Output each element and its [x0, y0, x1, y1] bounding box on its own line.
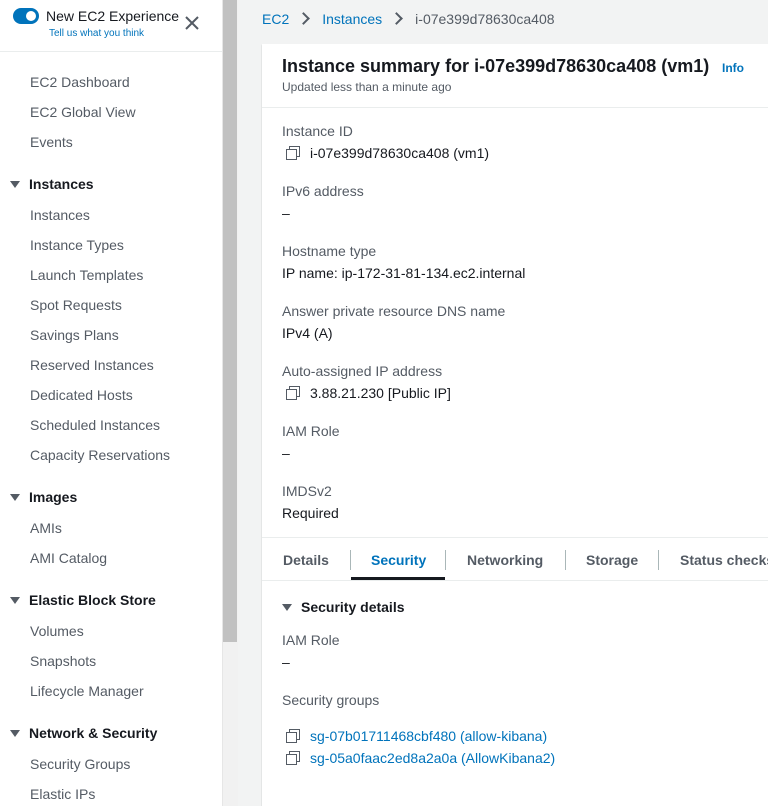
- tab-divider: [350, 550, 351, 570]
- sidebar-scrollbar-thumb[interactable]: [223, 0, 237, 642]
- auto-ip-text: 3.88.21.230 [Public IP]: [310, 385, 451, 401]
- ipv6-address-value: –: [282, 205, 290, 221]
- caret-down-icon: [10, 730, 20, 737]
- tab-security[interactable]: Security: [371, 538, 426, 581]
- ipv6-address-label: IPv6 address: [282, 183, 364, 199]
- caret-down-icon: [10, 597, 20, 604]
- updated-timestamp: Updated less than a minute ago: [282, 80, 452, 94]
- sidebar-section-label: Images: [29, 489, 78, 505]
- sidebar-section-network-security[interactable]: Network & Security: [10, 725, 157, 741]
- security-iam-role-value: –: [282, 654, 290, 670]
- sidebar-item-capacity-reservations[interactable]: Capacity Reservations: [30, 447, 170, 463]
- sidebar-item-ec2-global-view[interactable]: EC2 Global View: [30, 104, 136, 120]
- security-details-toggle[interactable]: Security details: [282, 599, 405, 615]
- sidebar-item-volumes[interactable]: Volumes: [30, 623, 84, 639]
- tab-divider: [565, 550, 566, 570]
- breadcrumb: EC2 Instances i-07e399d78630ca408: [262, 11, 555, 27]
- sidebar-item-security-groups[interactable]: Security Groups: [30, 756, 130, 772]
- hostname-type-value: IP name: ip-172-31-81-134.ec2.internal: [282, 265, 526, 281]
- sidebar-item-ami-catalog[interactable]: AMI Catalog: [30, 550, 107, 566]
- page-title: Instance summary for i-07e399d78630ca408…: [282, 56, 710, 76]
- sidebar-section-instances[interactable]: Instances: [10, 176, 94, 192]
- sidebar-item-spot-requests[interactable]: Spot Requests: [30, 297, 122, 313]
- copy-icon[interactable]: [286, 146, 300, 160]
- iam-role-value: –: [282, 445, 290, 461]
- sidebar-section-images[interactable]: Images: [10, 489, 77, 505]
- panel-header: Instance summary for i-07e399d78630ca408…: [262, 44, 768, 108]
- security-group-item: sg-07b01711468cbf480 (allow-kibana): [286, 728, 547, 744]
- sidebar-section-elastic-block-store[interactable]: Elastic Block Store: [10, 592, 156, 608]
- sidebar-section-label: Elastic Block Store: [29, 592, 156, 608]
- imdsv2-value: Required: [282, 505, 339, 521]
- sidebar-item-events[interactable]: Events: [30, 134, 73, 150]
- tab-divider: [445, 550, 446, 570]
- chevron-right-icon: [390, 12, 404, 25]
- sidebar-item-elastic-ips[interactable]: Elastic IPs: [30, 786, 95, 802]
- tab-networking[interactable]: Networking: [467, 538, 543, 581]
- new-experience-title: New EC2 Experience: [46, 8, 180, 24]
- sidebar-section-label: Instances: [29, 176, 94, 192]
- info-link[interactable]: Info: [722, 61, 744, 75]
- feedback-link[interactable]: Tell us what you think: [49, 28, 144, 39]
- security-iam-role-label: IAM Role: [282, 632, 340, 648]
- tab-details[interactable]: Details: [283, 538, 329, 581]
- caret-down-icon: [10, 181, 20, 188]
- tab-storage[interactable]: Storage: [586, 538, 638, 581]
- active-tab-indicator: [351, 577, 445, 580]
- copy-icon[interactable]: [286, 729, 300, 743]
- sidebar-item-launch-templates[interactable]: Launch Templates: [30, 267, 143, 283]
- sidebar-item-snapshots[interactable]: Snapshots: [30, 653, 96, 669]
- imdsv2-label: IMDSv2: [282, 483, 332, 499]
- instance-id-label: Instance ID: [282, 123, 353, 139]
- dns-name-value: IPv4 (A): [282, 325, 333, 341]
- instance-summary-panel: Instance summary for i-07e399d78630ca408…: [262, 44, 768, 806]
- sidebar-item-reserved-instances[interactable]: Reserved Instances: [30, 357, 154, 373]
- hostname-type-label: Hostname type: [282, 243, 377, 259]
- sidebar-item-amis[interactable]: AMIs: [30, 520, 62, 536]
- breadcrumb-ec2[interactable]: EC2: [262, 11, 289, 27]
- sidebar: New EC2 Experience Tell us what you thin…: [0, 0, 222, 806]
- security-groups-label: Security groups: [282, 692, 380, 708]
- breadcrumb-current-instance: i-07e399d78630ca408: [415, 11, 555, 27]
- tab-status-checks[interactable]: Status checks: [680, 538, 768, 581]
- sidebar-item-dedicated-hosts[interactable]: Dedicated Hosts: [30, 387, 133, 403]
- detail-tabs: Details Security Networking Storage Stat…: [262, 537, 768, 581]
- sidebar-item-instances[interactable]: Instances: [30, 207, 90, 223]
- sidebar-item-lifecycle-manager[interactable]: Lifecycle Manager: [30, 683, 144, 699]
- sidebar-section-label: Network & Security: [29, 725, 158, 741]
- sidebar-item-savings-plans[interactable]: Savings Plans: [30, 327, 119, 343]
- copy-icon[interactable]: [286, 386, 300, 400]
- caret-down-icon: [10, 494, 20, 501]
- instance-id-value: i-07e399d78630ca408 (vm1): [286, 145, 489, 161]
- new-experience-toggle-row: New EC2 Experience Tell us what you thin…: [0, 0, 222, 52]
- chevron-right-icon: [297, 12, 311, 25]
- auto-ip-label: Auto-assigned IP address: [282, 363, 443, 379]
- sidebar-item-instance-types[interactable]: Instance Types: [30, 237, 124, 253]
- iam-role-label: IAM Role: [282, 423, 340, 439]
- security-group-item: sg-05a0faac2ed8a2a0a (AllowKibana2): [286, 750, 555, 766]
- caret-down-icon: [282, 604, 292, 611]
- sidebar-item-scheduled-instances[interactable]: Scheduled Instances: [30, 417, 160, 433]
- security-group-link[interactable]: sg-05a0faac2ed8a2a0a (AllowKibana2): [310, 750, 555, 766]
- security-details-heading: Security details: [301, 599, 405, 615]
- instance-id-text: i-07e399d78630ca408 (vm1): [310, 145, 490, 161]
- sidebar-item-ec2-dashboard[interactable]: EC2 Dashboard: [30, 74, 130, 90]
- tab-divider: [658, 550, 659, 570]
- dns-name-label: Answer private resource DNS name: [282, 303, 506, 319]
- close-icon[interactable]: [182, 13, 202, 33]
- new-experience-toggle[interactable]: [13, 8, 39, 24]
- copy-icon[interactable]: [286, 751, 300, 765]
- auto-ip-value: 3.88.21.230 [Public IP]: [286, 385, 451, 401]
- security-group-link[interactable]: sg-07b01711468cbf480 (allow-kibana): [310, 728, 547, 744]
- breadcrumb-instances[interactable]: Instances: [322, 11, 382, 27]
